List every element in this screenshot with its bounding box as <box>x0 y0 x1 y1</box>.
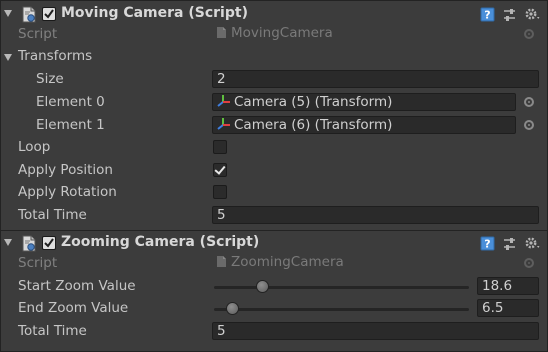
apply-rotation-row: Apply Rotation <box>0 182 548 204</box>
zooming-camera-enabled-checkbox[interactable] <box>42 236 56 250</box>
apply-rotation-label: Apply Rotation <box>18 184 117 200</box>
element-1-label: Element 1 <box>36 117 105 133</box>
size-row: Size 2 <box>0 69 548 91</box>
script-component-icon <box>22 235 36 252</box>
end-zoom-slider-track[interactable] <box>214 308 469 311</box>
end-zoom-row: End Zoom Value 6.5 <box>0 298 548 320</box>
object-picker-target-icon <box>524 258 534 268</box>
start-zoom-field[interactable]: 18.6 <box>477 277 539 295</box>
element-0-field[interactable]: Camera (5) (Transform) <box>212 93 516 111</box>
script-value: ZoomingCamera <box>231 254 344 270</box>
element-1-field[interactable]: Camera (6) (Transform) <box>212 116 516 134</box>
foldout-arrow-icon[interactable] <box>4 54 12 61</box>
start-zoom-slider-thumb[interactable] <box>256 280 270 293</box>
end-zoom-slider-thumb[interactable] <box>225 302 239 315</box>
apply-position-row: Apply Position <box>0 160 548 182</box>
foldout-arrow-icon[interactable] <box>4 10 12 17</box>
transforms-row[interactable]: Transforms <box>0 46 548 68</box>
element-1-row: Element 1 Camera (6) (Transform) <box>0 115 548 137</box>
total-time-label: Total Time <box>18 207 87 223</box>
size-field[interactable]: 2 <box>212 70 539 88</box>
end-zoom-field[interactable]: 6.5 <box>477 299 539 317</box>
transforms-label[interactable]: Transforms <box>18 48 92 64</box>
script-component-icon <box>22 6 36 23</box>
script-field: MovingCamera <box>212 25 539 43</box>
script-label: Script <box>18 26 58 42</box>
script-field: ZoomingCamera <box>212 254 539 272</box>
start-zoom-label: Start Zoom Value <box>18 278 136 294</box>
element-0-label: Element 0 <box>36 94 105 110</box>
transform-axes-icon <box>217 118 230 130</box>
loop-checkbox[interactable] <box>213 140 227 154</box>
script-file-icon <box>217 256 226 267</box>
total-time-field[interactable]: 5 <box>212 322 539 340</box>
loop-label: Loop <box>18 139 51 155</box>
apply-position-label: Apply Position <box>18 162 113 178</box>
end-zoom-label: End Zoom Value <box>18 300 129 316</box>
script-row: Script ZoomingCamera <box>0 253 548 275</box>
object-picker-target-icon <box>524 29 534 39</box>
moving-camera-enabled-checkbox[interactable] <box>42 7 56 21</box>
transform-axes-icon <box>217 95 230 107</box>
element-0-value: Camera (5) (Transform) <box>234 94 393 110</box>
gear-icon[interactable] <box>524 236 541 251</box>
object-picker-target-icon[interactable] <box>524 97 534 107</box>
element-1-value: Camera (6) (Transform) <box>234 117 393 133</box>
start-zoom-row: Start Zoom Value 18.6 <box>0 276 548 298</box>
apply-rotation-checkbox[interactable] <box>213 185 227 199</box>
script-file-icon <box>217 27 226 38</box>
gear-icon[interactable] <box>524 7 541 22</box>
help-book-icon[interactable]: ? <box>480 236 495 251</box>
apply-position-checkbox[interactable] <box>213 163 227 177</box>
svg-text:?: ? <box>484 238 490 251</box>
preset-sliders-icon[interactable] <box>502 7 517 22</box>
script-row: Script MovingCamera <box>0 24 548 46</box>
size-label: Size <box>36 71 64 87</box>
zooming-camera-title: Zooming Camera (Script) <box>61 234 260 250</box>
total-time-field[interactable]: 5 <box>212 206 539 224</box>
component-divider <box>0 230 548 231</box>
object-picker-target-icon[interactable] <box>524 120 534 130</box>
foldout-arrow-icon[interactable] <box>4 239 12 246</box>
help-book-icon[interactable]: ? <box>480 7 495 22</box>
preset-sliders-icon[interactable] <box>502 236 517 251</box>
total-time-row: Total Time 5 <box>0 205 548 227</box>
script-value: MovingCamera <box>231 25 333 41</box>
script-label: Script <box>18 255 58 271</box>
total-time-row: Total Time 5 <box>0 321 548 343</box>
element-0-row: Element 0 Camera (5) (Transform) <box>0 92 548 114</box>
total-time-label: Total Time <box>18 323 87 339</box>
start-zoom-slider-track[interactable] <box>214 286 469 289</box>
moving-camera-title: Moving Camera (Script) <box>61 5 248 21</box>
svg-text:?: ? <box>484 9 490 22</box>
loop-row: Loop <box>0 137 548 159</box>
